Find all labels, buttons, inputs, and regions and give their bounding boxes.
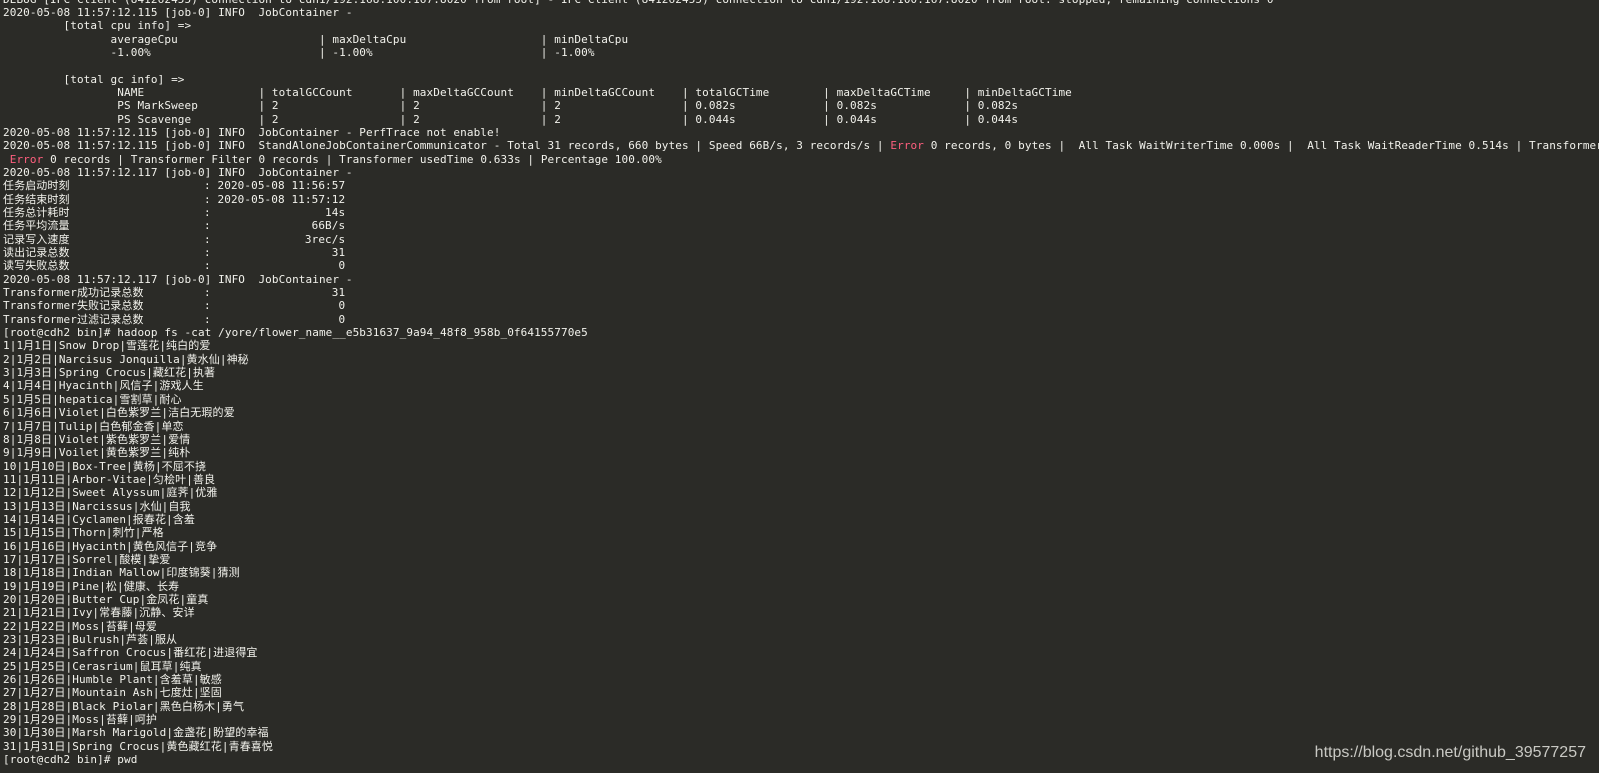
terminal-line: 22|1月22日|Moss|苔藓|母爱 [3,619,157,633]
terminal-line: 任务启动时刻 : 2020-05-08 11:56:57 [3,179,346,193]
terminal-line: [total cpu info] => [3,19,192,33]
terminal-line: 27|1月27日|Mountain Ash|七度灶|坚固 [3,686,222,700]
terminal-line: [total gc info] => [3,72,185,86]
terminal-line: 2020-05-08 11:57:12.115 [job-0] INFO Job… [3,5,353,19]
terminal-line: 10|1月10日|Box-Tree|黄杨|不屈不挠 [3,459,207,473]
error-keyword: Error [890,139,925,153]
terminal-line: 17|1月17日|Sorrel|酸模|挚爱 [3,552,171,566]
terminal-line: 8|1月8日|Violet|紫色紫罗兰|爱情 [3,432,191,446]
terminal-line: 任务总计耗时 : 14s [3,206,346,219]
terminal-line: 29|1月29日|Moss|苔藓|呵护 [3,713,157,727]
terminal-line: 2020-05-08 11:57:12.117 [job-0] INFO Job… [3,165,353,179]
terminal-line: 19|1月19日|Pine|松|健康、长寿 [3,579,180,593]
terminal-output[interactable]: DEBUG [IPC Client (841262455) connection… [3,0,1599,773]
terminal-line: Transformer过滤记录总数 : 0 [3,312,346,326]
terminal-line: Error 0 records | Transformer Filter 0 r… [3,153,1599,166]
terminal-line: 4|1月4日|Hyacinth|风信子|游戏人生 [3,379,204,393]
terminal-line: 11|1月11日|Arbor-Vitae|匀桧叶|善良 [3,472,216,486]
terminal-line: 13|1月13日|Narcissus|水仙|自我 [3,499,191,513]
terminal-line: 3|1月3日|Spring Crocus|藏红花|执著 [3,366,216,380]
terminal-line: 5|1月5日|hepatica|雪割草|耐心 [3,392,182,406]
terminal-line: 28|1月28日|Black Piolar|黑色白杨木|勇气 [3,699,245,713]
blog-watermark: https://blog.csdn.net/github_39577257 [1314,744,1586,761]
terminal-line: 任务结束时刻 : 2020-05-08 11:57:12 [3,192,346,206]
terminal-line: 读写失败总数 : 0 [3,259,346,273]
terminal-line: NAME | totalGCCount | maxDeltaGCCount | … [3,85,1072,99]
terminal-line: 2020-05-08 11:57:12.117 [job-0] INFO Job… [3,272,353,286]
line-segment [3,153,10,166]
terminal-line: 16|1月16日|Hyacinth|黄色风信子|竞争 [3,539,218,553]
terminal-line: 23|1月23日|Bulrush|芦荟|服从 [3,633,178,646]
terminal-line: 18|1月18日|Indian Mallow|印度锦葵|猜测 [3,566,240,580]
terminal-line: 15|1月15日|Thorn|刺竹|严格 [3,526,164,540]
terminal-line: 14|1月14日|Cyclamen|报春花|含羞 [3,512,195,526]
terminal-line: 12|1月12日|Sweet Alyssum|庭荠|优雅 [3,486,218,500]
terminal-line: PS MarkSweep | 2 | 2 | 2 | 0.082s | 0.08… [3,99,1019,113]
terminal-line: 9|1月9日|Voilet|黄色紫罗兰|纯朴 [3,446,191,460]
terminal-line: 7|1月7日|Tulip|白色郁金香|单恋 [3,419,184,433]
terminal-line: 24|1月24日|Saffron Crocus|番红花|进退得宜 [3,646,258,660]
terminal-line: 6|1月6日|Violet|白色紫罗兰|洁白无瑕的爱 [3,406,235,420]
terminal-line: [root@cdh2 bin]# hadoop fs -cat /yore/fl… [3,326,588,340]
line-segment: 2020-05-08 11:57:12.115 [job-0] INFO Sta… [3,139,891,153]
terminal-line: 记录写入速度 : 3rec/s [3,232,346,246]
terminal-line: 26|1月26日|Humble Plant|含羞草|敏感 [3,673,222,687]
terminal-line: averageCpu | maxDeltaCpu | minDeltaCpu [3,32,629,46]
terminal-line: 2020-05-08 11:57:12.115 [job-0] INFO Job… [3,125,501,139]
terminal-line: 2|1月2日|Narcisus Jonquilla|黄水仙|神秘 [3,352,249,366]
terminal-line: 1|1月1日|Snow Drop|雪莲花|纯白的爱 [3,339,211,353]
terminal-line: 21|1月21日|Ivy|常春藤|沉静、安详 [3,606,195,620]
terminal-line: 读出记录总数 : 31 [3,246,346,260]
error-keyword: Error [9,152,44,166]
terminal-line: 2020-05-08 11:57:12.115 [job-0] INFO Sta… [3,139,1599,152]
terminal-line: 20|1月20日|Butter Cup|金凤花|童真 [3,592,209,606]
terminal-line: PS Scavenge | 2 | 2 | 2 | 0.044s | 0.044… [3,112,1019,126]
terminal-line: Transformer失败记录总数 : 0 [3,299,346,313]
line-segment: 0 records, 0 bytes | All Task WaitWriter… [924,139,1599,153]
terminal-line: 30|1月30日|Marsh Marigold|金盏花|盼望的幸福 [3,726,269,740]
terminal-line: -1.00% | -1.00% | -1.00% [3,45,595,59]
terminal-line: Transformer成功记录总数 : 31 [3,286,346,300]
line-segment: 0 records | Transformer Filter 0 records… [43,152,662,166]
terminal-line: 25|1月25日|Cerasrium|鼠耳草|纯真 [3,659,202,673]
terminal-line: 任务平均流量 : 66B/s [3,219,346,233]
